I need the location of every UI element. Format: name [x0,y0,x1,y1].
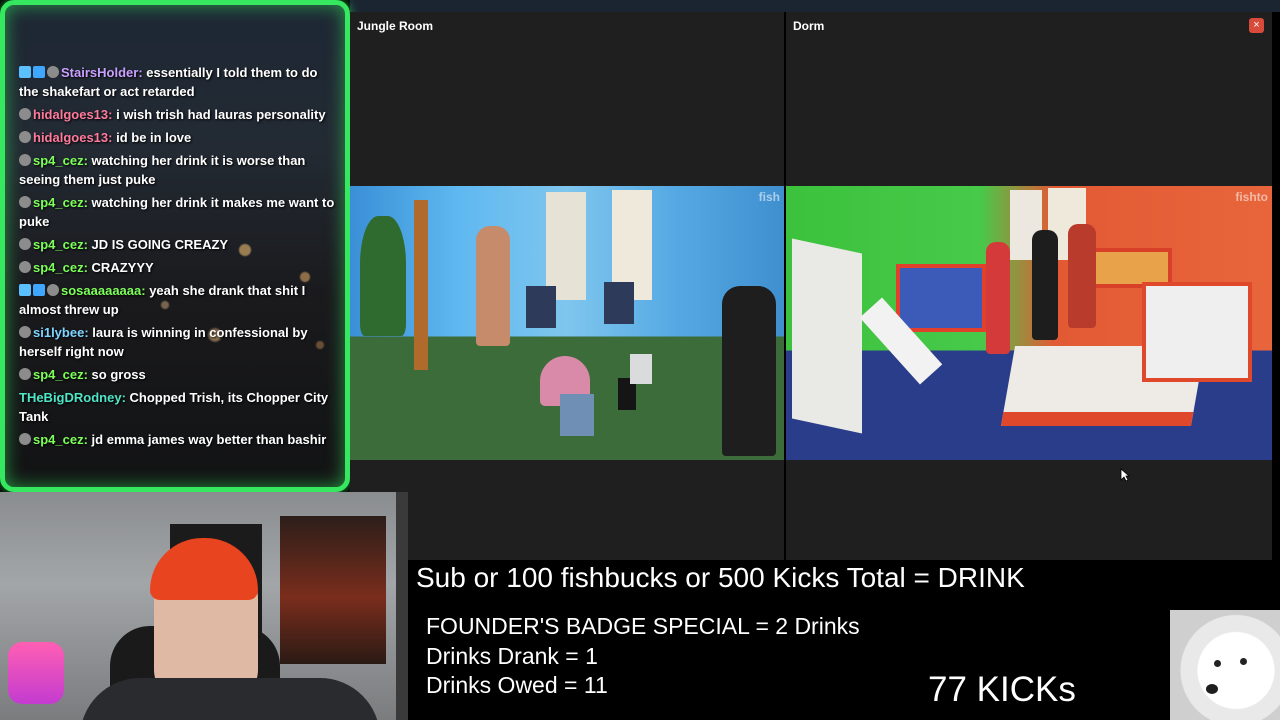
person [1068,224,1096,328]
chat-separator: : [83,237,92,252]
chat-message: sp4_cez: jd emma james way better than b… [19,430,335,449]
founder-badge-special: FOUNDER'S BADGE SPECIAL = 2 Drinks [426,613,860,639]
chat-message: hidalgoes13: i wish trish had lauras per… [19,105,335,124]
chat-text: i wish trish had lauras personality [116,107,326,122]
chat-badge-icon [47,66,59,78]
chat-message: sp4_cez: watching her drink it is worse … [19,151,335,189]
rgb-microphone [8,642,64,704]
person [722,286,776,456]
door [546,192,586,300]
chat-message: hidalgoes13: id be in love [19,128,335,147]
chat-message: si1lybee: laura is winning in confession… [19,323,335,361]
chat-text: jd emma james way better than bashir [91,432,327,447]
chat-separator: : [141,283,150,298]
chat-username[interactable]: hidalgoes13 [33,130,108,145]
chat-message: StairsHolder: essentially I told them to… [19,63,335,101]
kicks-counter: 77 KICKs [928,670,1076,709]
camera-watermark: fish [758,190,780,204]
chat-text: id be in love [116,130,192,145]
drinks-drank: Drinks Drank = 1 [426,643,598,669]
jungle-room-camera-feed[interactable]: fish [350,186,784,460]
chat-badge-icon [47,284,59,296]
plant [360,216,406,336]
chat-badge-icon [19,261,31,273]
chat-badge-icon [33,66,45,78]
chat-message: sosaaaaaaaa: yeah she drank that shit I … [19,281,335,319]
chat-separator: : [83,153,92,168]
top-bar [350,0,1280,12]
chat-username[interactable]: hidalgoes13 [33,107,108,122]
chat-badge-icon [19,108,31,120]
shirt [80,678,380,720]
chat-separator: : [83,432,92,447]
chat-badge-icon [19,433,31,445]
chat-separator: : [108,130,117,145]
drinks-owed: Drinks Owed = 11 [426,672,608,698]
chat-username[interactable]: sp4_cez [33,153,84,168]
chat-badge-icon [19,196,31,208]
chair [526,286,556,328]
bucket [630,354,652,384]
chat-badge-icon [19,154,31,166]
chat-badge-icon [19,66,31,78]
chat-message-list: StairsHolder: essentially I told them to… [19,63,335,453]
person [476,226,510,346]
chat-username[interactable]: si1lybee [33,325,84,340]
chat-badge-icon [19,131,31,143]
chat-overlay: StairsHolder: essentially I told them to… [0,0,350,492]
poster [280,516,386,664]
chat-text: CRAZYYY [91,260,154,275]
chat-badge-icon [19,326,31,338]
chat-separator: : [83,260,92,275]
chat-badge-icon [33,284,45,296]
close-button[interactable]: × [1249,18,1264,33]
palm-tree [414,200,428,370]
drink-rule-headline: Sub or 100 fishbucks or 500 Kicks Total … [416,562,1025,593]
dorm-camera-feed[interactable]: fishto [786,186,1272,460]
chat-username[interactable]: sp4_cez [33,432,84,447]
chat-username[interactable]: sp4_cez [33,195,84,210]
chat-badge-icon [19,238,31,250]
chat-username[interactable]: sosaaaaaaaa [61,283,141,298]
chat-message: sp4_cez: CRAZYYY [19,258,335,277]
bed [896,264,986,332]
chat-username[interactable]: sp4_cez [33,367,84,382]
chat-badge-icon [19,284,31,296]
chat-username[interactable]: THeBigDRodney [19,390,122,405]
dog-nose [1206,684,1218,694]
chat-badge-icon [19,368,31,380]
chat-message: sp4_cez: JD IS GOING CREAZY [19,235,335,254]
bed [1142,282,1252,382]
bin [560,394,594,436]
chat-separator: : [121,390,130,405]
door-frame [396,492,408,720]
chat-message: sp4_cez: so gross [19,365,335,384]
chat-username[interactable]: sp4_cez [33,260,84,275]
dog-eye [1240,658,1247,665]
person [1032,230,1058,340]
chat-text: so gross [91,367,146,382]
chair [604,282,634,324]
camera-watermark: fishto [1235,190,1268,204]
panel-title: Dorm [793,19,825,33]
chat-text: JD IS GOING CREAZY [91,237,229,252]
person [986,242,1010,354]
chat-username[interactable]: sp4_cez [33,237,84,252]
dog-eye [1214,660,1221,667]
chat-message: THeBigDRodney: Chopped Trish, its Choppe… [19,388,335,426]
dorm-panel[interactable]: Dorm × fishto [786,12,1272,560]
panel-title: Jungle Room [357,19,434,33]
chat-separator: : [83,195,92,210]
streamer-webcam [0,492,408,720]
dog-image [1170,610,1280,720]
wardrobe-door [792,238,862,434]
chat-separator: : [83,367,92,382]
mouse-cursor-icon [1120,468,1130,482]
jungle-room-panel[interactable]: Jungle Room fish [350,12,784,560]
chat-username[interactable]: StairsHolder [61,65,138,80]
chat-message: sp4_cez: watching her drink it makes me … [19,193,335,231]
chat-separator: : [108,107,117,122]
